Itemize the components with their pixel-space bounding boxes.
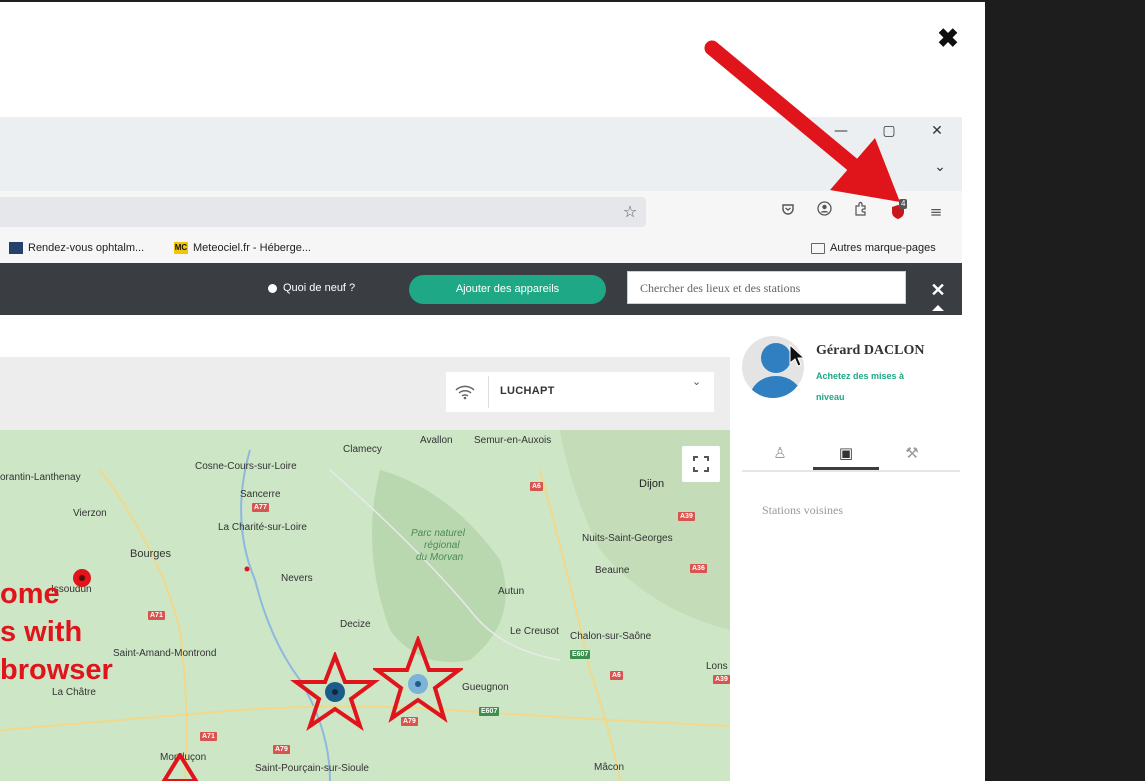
map-label: Semur-en-Auxois: [474, 435, 552, 446]
road-label: A36: [690, 564, 707, 573]
map-label: Bourges: [130, 548, 171, 560]
road-label: E607: [479, 707, 500, 716]
road-label: A77: [252, 503, 269, 512]
wifi-icon: [455, 385, 475, 400]
road-label: E607: [570, 650, 591, 659]
annotation-text: s with: [0, 616, 83, 648]
map-label: Parc naturel: [411, 528, 465, 539]
map-label: orantin-Lanthenay: [0, 472, 81, 483]
add-devices-button[interactable]: Ajouter des appareils: [409, 275, 606, 304]
bookmark-label: Meteociel.fr - Héberge...: [193, 242, 311, 254]
map-label: Clamecy: [343, 444, 382, 455]
calendar-icon: [9, 242, 23, 255]
road-label: A6: [530, 482, 543, 491]
mc-icon: MC: [174, 242, 188, 255]
station-name: LUCHAPT: [500, 385, 555, 397]
road-label: A71: [148, 611, 165, 620]
map-label: Cosne-Cours-sur-Loire: [195, 461, 297, 472]
divider: [488, 376, 489, 408]
star-annotation: [373, 636, 463, 723]
map-label: régional: [424, 540, 460, 551]
map[interactable]: Clamecy Avallon Semur-en-Auxois Cosne-Co…: [0, 430, 730, 781]
upgrade-line: niveau: [816, 392, 845, 402]
triangle-annotation: [161, 753, 199, 781]
station-selector[interactable]: ⌄: [446, 372, 714, 412]
chevron-down-icon: ⌄: [692, 375, 702, 388]
cursor-icon: [789, 344, 804, 367]
user-name: Gérard DACLON: [816, 343, 925, 358]
close-icon[interactable]: ✕: [928, 280, 948, 300]
map-label: Saint-Pourçain-sur-Sioule: [255, 763, 369, 774]
map-label: Nuits-Saint-Georges: [582, 533, 673, 544]
map-label: Le Creusot: [510, 626, 559, 637]
menu-icon[interactable]: ≡: [925, 201, 947, 223]
tab-tools[interactable]: ⚒: [879, 436, 945, 470]
map-label: Autun: [498, 586, 525, 597]
folder-icon: [811, 242, 825, 254]
map-label: Decize: [340, 619, 371, 630]
map-label: Vierzon: [73, 508, 107, 519]
whats-new-label: Quoi de neuf ?: [283, 282, 356, 294]
annotation-text: browser: [0, 654, 113, 686]
annotation-text: ome: [0, 578, 60, 610]
tab-stations[interactable]: ▣: [813, 436, 879, 470]
map-label: Sancerre: [240, 489, 281, 500]
map-dot: [244, 566, 250, 572]
url-bar[interactable]: [0, 197, 646, 227]
nearby-stations-label: Stations voisines: [762, 503, 844, 517]
station-marker[interactable]: [70, 566, 94, 590]
map-label: Chalon-sur-Saône: [570, 631, 652, 642]
tab-user[interactable]: ♙: [747, 436, 813, 470]
map-label: Gueugnon: [462, 682, 509, 693]
road-label: A71: [200, 732, 217, 741]
map-label: Saint-Amand-Montrond: [113, 648, 217, 659]
map-label: Dijon: [639, 478, 665, 490]
bookmark-label: Autres marque-pages: [830, 242, 936, 254]
fullscreen-button[interactable]: [682, 446, 720, 482]
red-arrow-annotation: [704, 40, 900, 202]
bookmark-meteociel[interactable]: MC Meteociel.fr - Héberge...: [174, 242, 311, 255]
road-label: A79: [273, 745, 290, 754]
road-label: A39: [713, 675, 730, 684]
upgrade-link[interactable]: Achetez des mises à niveau: [816, 366, 936, 408]
upgrade-line: Achetez des mises à: [816, 371, 905, 381]
close-icon[interactable]: ✖: [934, 24, 962, 52]
road-label: A39: [678, 512, 695, 521]
bookmark-star-icon[interactable]: ☆: [619, 201, 641, 223]
map-label: La Châtre: [52, 687, 96, 698]
bookmark-other-folder[interactable]: Autres marque-pages: [811, 242, 936, 254]
map-label: Avallon: [420, 435, 453, 446]
info-icon: [268, 283, 277, 293]
map-label: Lons: [706, 661, 728, 672]
background-right: [985, 0, 1145, 781]
bookmark-rdv[interactable]: Rendez-vous ophtalm...: [9, 242, 145, 255]
map-label: du Morvan: [416, 552, 464, 563]
whats-new-link[interactable]: Quoi de neuf ?: [268, 282, 355, 294]
map-label: Beaune: [595, 565, 630, 576]
tabs-dropdown-button[interactable]: ⌄: [928, 157, 952, 177]
road-label: A6: [610, 671, 623, 680]
dropdown-caret: [932, 305, 944, 311]
map-label: Nevers: [281, 573, 313, 584]
map-label: La Charité-sur-Loire: [218, 522, 307, 533]
map-label: Mâcon: [594, 762, 625, 773]
bookmark-label: Rendez-vous ophtalm...: [28, 242, 145, 254]
search-input[interactable]: Chercher des lieux et des stations: [627, 271, 906, 304]
window-close-button[interactable]: ✕: [925, 121, 949, 141]
star-annotation: [290, 652, 380, 731]
active-tab-indicator: [813, 467, 879, 470]
